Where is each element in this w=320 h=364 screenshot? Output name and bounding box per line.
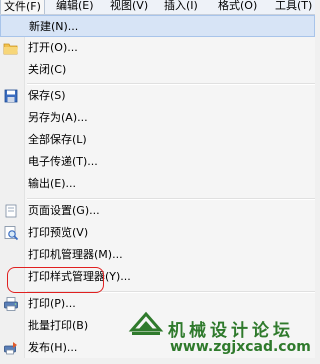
menu-item-open[interactable]: 打开(O)... xyxy=(0,37,315,59)
menu-item-label: 批量打印(B) xyxy=(28,319,89,332)
menu-item-label: 打开(O)... xyxy=(28,41,78,54)
publish-icon xyxy=(3,340,19,356)
printer-icon xyxy=(3,296,19,312)
menubar-tools[interactable]: 工具(T) xyxy=(275,0,312,13)
menu-item-close[interactable]: 关闭(C) xyxy=(0,59,315,81)
menu-item-save[interactable]: 保存(S) xyxy=(0,85,315,107)
menu-item-label: 打印(P)... xyxy=(28,297,76,310)
save-icon xyxy=(3,88,19,104)
menu-item-label: 打印预览(V) xyxy=(28,226,89,239)
menu-item-label: 关闭(C) xyxy=(28,63,67,76)
menubar-edit[interactable]: 编辑(E) xyxy=(56,0,94,13)
menu-item-label: 打印机管理器(M)... xyxy=(28,248,123,261)
menu-item-label: 另存为(A)... xyxy=(28,111,88,124)
menubar-format[interactable]: 格式(O) xyxy=(218,0,257,13)
menu-bar: 文件(F) 编辑(E) 视图(V) 插入(I) 格式(O) 工具(T) xyxy=(0,0,315,15)
menu-item-label: 新建(N)... xyxy=(29,20,79,33)
file-menu: 新建(N)... 打开(O)... 关闭(C) 保存(S) 另存为(A)... … xyxy=(0,15,315,358)
menubar-file[interactable]: 文件(F) xyxy=(0,0,45,14)
print-highlight-ring xyxy=(7,267,104,293)
menu-item-save-all[interactable]: 全部保存(L) xyxy=(0,129,315,151)
watermark-logo-icon xyxy=(128,310,164,343)
menubar-view[interactable]: 视图(V) xyxy=(110,0,148,13)
menu-item-label: 输出(E)... xyxy=(28,177,77,190)
menu-item-label: 电子传递(T)... xyxy=(28,155,98,168)
menu-item-export[interactable]: 输出(E)... xyxy=(0,173,315,195)
menu-item-new[interactable]: 新建(N)... xyxy=(0,15,315,37)
menu-item-plotter-manager[interactable]: 打印机管理器(M)... xyxy=(0,244,315,266)
watermark-title: 机械设计论坛 xyxy=(168,321,294,341)
menu-item-label: 保存(S) xyxy=(28,89,66,102)
menu-item-label: 全部保存(L) xyxy=(28,133,87,146)
folder-icon xyxy=(3,40,19,56)
menu-item-etransmit[interactable]: 电子传递(T)... xyxy=(0,151,315,173)
page-setup-icon xyxy=(3,203,19,219)
menu-item-label: 页面设置(G)... xyxy=(28,204,100,217)
print-preview-icon xyxy=(3,225,19,241)
menu-item-save-as[interactable]: 另存为(A)... xyxy=(0,107,315,129)
watermark: 机械设计论坛 www.zgjxcad.com xyxy=(128,311,318,358)
menu-item-page-setup[interactable]: 页面设置(G)... xyxy=(0,200,315,222)
menubar-insert[interactable]: 插入(I) xyxy=(164,0,198,13)
menu-item-print-preview[interactable]: 打印预览(V) xyxy=(0,222,315,244)
menu-item-label: 发布(H)... xyxy=(28,341,78,354)
watermark-url: www.zgjxcad.com xyxy=(170,339,311,355)
